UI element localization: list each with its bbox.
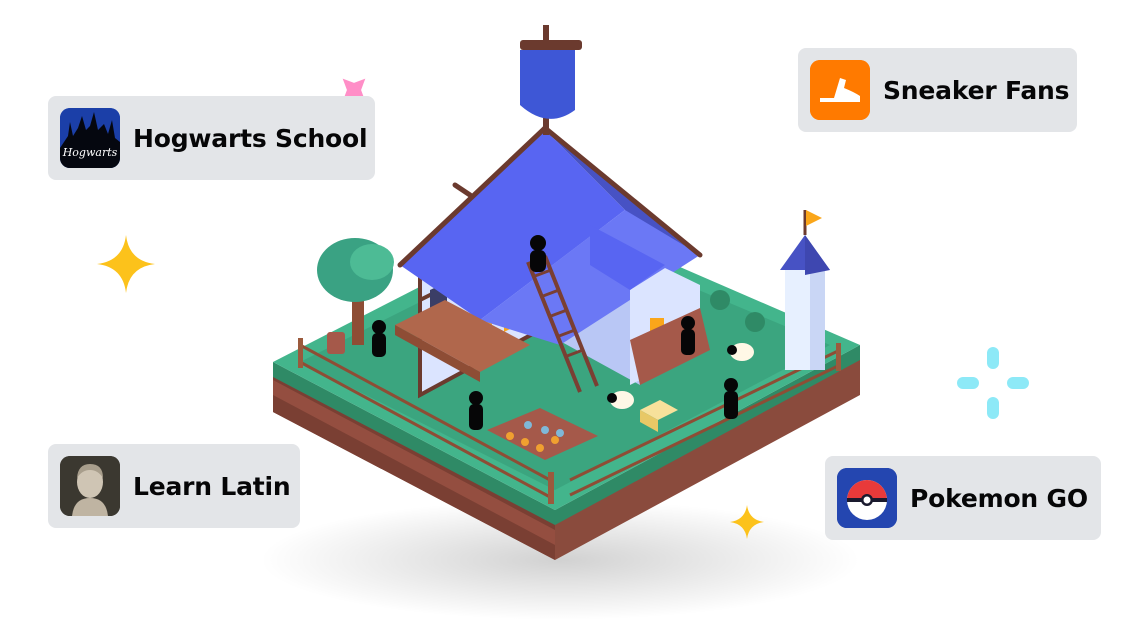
svg-text:Hogwarts: Hogwarts [62, 146, 118, 159]
server-name: Learn Latin [133, 471, 291, 501]
roman-bust-icon [60, 456, 120, 516]
pokeball-icon [837, 468, 897, 528]
server-card-learn-latin[interactable]: Learn Latin [48, 444, 300, 528]
server-card-hogwarts[interactable]: Hogwarts Hogwarts School [48, 96, 375, 180]
hogwarts-castle-icon: Hogwarts [60, 108, 120, 168]
small-yellow-sparkle-icon [730, 505, 764, 539]
sneaker-icon [810, 60, 870, 120]
yellow-sparkle-icon [97, 235, 155, 293]
cyan-sparkle-icon [957, 347, 1029, 419]
server-name: Sneaker Fans [883, 75, 1070, 105]
server-name: Hogwarts School [133, 123, 368, 153]
server-name: Pokemon GO [910, 483, 1088, 513]
server-card-sneaker-fans[interactable]: Sneaker Fans [798, 48, 1077, 132]
server-card-pokemon-go[interactable]: Pokemon GO [825, 456, 1101, 540]
